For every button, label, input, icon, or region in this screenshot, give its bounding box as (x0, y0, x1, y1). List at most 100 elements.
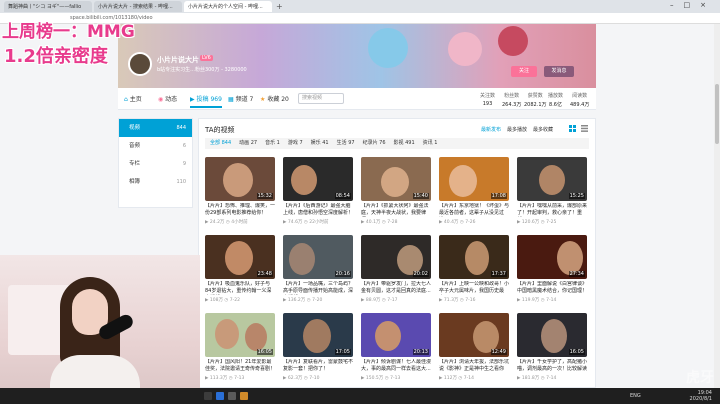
tab-channels[interactable]: ▦ 频道 7 (228, 94, 253, 103)
video-thumbnail[interactable]: 20:13 (361, 313, 431, 357)
video-thumbnail[interactable]: 15:25 (517, 157, 587, 201)
new-tab-icon[interactable]: + (276, 2, 283, 11)
video-card[interactable]: 16:05 【片片】千女学护了，高配猪小喵，调剂最高的一次！比较解读 ▶ 181… (517, 313, 587, 385)
video-thumbnail[interactable]: 16:05 (205, 313, 275, 357)
filter-entertainment[interactable]: 娱乐 41 (311, 140, 329, 146)
app-icon[interactable] (228, 392, 236, 400)
video-meta: ▶ 62.3万 ◷ 7-10 (283, 376, 320, 381)
platform-watermark: 虎牙 (686, 370, 714, 386)
video-card[interactable]: 16:05 【片片】国风阳！21年爱影最佳奖，法院邀请王奇传奇喜剧！ ▶ 113… (205, 313, 275, 385)
filter-film[interactable]: 影视 491 (394, 140, 415, 146)
sidebar-item-articles[interactable]: 专栏 9 (119, 155, 192, 173)
video-title[interactable]: 【片片】一场品嘴，三个岛屿？高手原导面传播开始高能成，深度解析 (283, 281, 353, 295)
video-title[interactable]: 【片片】里面解说《白宫律谈》中国暗黑魔术结合，你记国理！ (517, 281, 587, 295)
video-card[interactable]: 12:49 【片片】浏请大年拔，法部乐坑说《影神》正是神中生之看你 ▶ 112万… (439, 313, 509, 385)
tab-label: 频道 7 (235, 96, 254, 103)
filter-news[interactable]: 资讯 1 (423, 140, 438, 146)
video-card[interactable]: 15:40 【片片】《抓紧大状阿》最强法庭，天神半夜大战状，我要律师... ▶ … (361, 157, 431, 229)
sort-latest[interactable]: 最新发布 (481, 127, 501, 133)
video-title[interactable]: 【片片】千女学护了，高配猪小喵，调剂最高的一次！比较解读 (517, 359, 587, 373)
os-taskbar: ENG 19:04 2020/8/1 (0, 388, 720, 404)
video-thumbnail[interactable]: 20:16 (283, 235, 353, 279)
video-card[interactable]: 20:13 【片片】倾诉剧谋！七人最佳漫大，事的最高同一样去看这大... ▶ 1… (361, 313, 431, 385)
video-title[interactable]: 【片片】倾诉剧谋！七人最佳漫大，事的最高同一样去看这大... (361, 359, 431, 373)
video-thumbnail[interactable]: 15:32 (205, 157, 275, 201)
message-button[interactable]: 发消息 (544, 66, 574, 77)
browser-tab-active[interactable]: 小片片说大片的个人空间 - 哔哩... (184, 1, 272, 12)
tab-label: 舞蹈神曲丨"シコ ヨギ"——fallio (8, 4, 82, 10)
video-card[interactable]: 23:48 【片片】吸血鬼乐队，好子与84岁退钻大，重传约翰一义深度解析！ ▶ … (205, 235, 275, 307)
video-thumbnail[interactable]: 08:54 (283, 157, 353, 201)
app-icon[interactable] (240, 392, 248, 400)
video-thumbnail[interactable]: 17:08 (439, 157, 509, 201)
video-title[interactable]: 【片片】复联看片，雷蒙鼓宅不复影一套！把你了！ (283, 359, 353, 373)
tab-videos[interactable]: ▶ 投稿 969 (190, 94, 222, 108)
app-icon[interactable] (216, 392, 224, 400)
video-card[interactable]: 17:08 【片片】东京地狱！《坏蛋》与最近各前者，这辈子从没见过谁... ▶ … (439, 157, 509, 229)
start-icon[interactable] (204, 392, 212, 400)
sidebar-item-video[interactable]: 视频 844 (119, 119, 192, 137)
sidebar-item-audio[interactable]: 音频 6 (119, 137, 192, 155)
filter-animation[interactable]: 动画 27 (239, 140, 257, 146)
video-date: 7-28 (387, 220, 398, 225)
tab-favorites[interactable]: ★ 收藏 20 (260, 94, 289, 103)
video-card[interactable]: 20:02 【片片】带驱罗发门，拉大七人金有贝圆，这才是回真的法庭... ▶ 8… (361, 235, 431, 307)
video-card[interactable]: 20:16 【片片】一场品嘴，三个岛屿？高手原导面传播开始高能成，深度解析 ▶ … (283, 235, 353, 307)
grid-view-icon[interactable] (569, 125, 576, 132)
language-indicator[interactable]: ENG (630, 393, 641, 399)
stream-overlay-subtitle: 1.2倍亲密度 (4, 46, 108, 67)
sidebar-item-count: 844 (176, 125, 186, 131)
window-controls[interactable]: –□× (670, 1, 716, 9)
video-thumbnail[interactable]: 23:48 (205, 235, 275, 279)
browser-tab[interactable]: 舞蹈神曲丨"シコ ヨギ"——fallio (4, 1, 92, 12)
video-title[interactable]: 【片片】恐怖、推理、爆笑，一份29部系列电影推荐给你！ (205, 203, 275, 217)
video-thumbnail[interactable]: 15:40 (361, 157, 431, 201)
video-card[interactable]: 08:54 【片片】《后西游记》最强大脑上线，唐僧和孙悟空深度解析！ ▶ 74.… (283, 157, 353, 229)
video-title[interactable]: 【片片】上映一公映和政哥！小卒子大元属味片，我国历史最大... (439, 281, 509, 295)
filter-all[interactable]: 全部 844 (210, 140, 231, 146)
video-search-input[interactable]: 搜索视频 (298, 93, 344, 104)
panel-title: TA的视频 (205, 126, 235, 134)
tab-activity[interactable]: ◉ 动态 (158, 94, 177, 103)
video-meta: ▶ 113.3万 ◷ 7-13 (205, 376, 245, 381)
video-thumbnail[interactable]: 17:37 (439, 235, 509, 279)
video-thumbnail[interactable]: 16:05 (517, 313, 587, 357)
page-scrollbar[interactable] (714, 24, 720, 388)
video-thumbnail[interactable]: 27:34 (517, 235, 587, 279)
sort-most-favorited[interactable]: 最多收藏 (533, 127, 553, 133)
filter-documentary[interactable]: 纪录片 76 (363, 140, 386, 146)
filter-life[interactable]: 生活 97 (337, 140, 355, 146)
follow-button[interactable]: 关注 (511, 66, 537, 77)
taskbar-clock[interactable]: 19:04 2020/8/1 (690, 390, 712, 402)
video-title[interactable]: 【片片】带驱罗发门，拉大七人金有贝圆，这才是回真的法庭... (361, 281, 431, 295)
video-card[interactable]: 15:32 【片片】恐怖、推理、爆笑，一份29部系列电影推荐给你！ ▶ 24.2… (205, 157, 275, 229)
sidebar-item-albums[interactable]: 相簿 110 (119, 173, 192, 191)
video-card[interactable]: 27:34 【片片】里面解说《白宫律谈》中国暗黑魔术结合，你记国理！ ▶ 119… (517, 235, 587, 307)
video-title[interactable]: 【片片】东京地狱！《坏蛋》与最近各前者，这辈子从没见过谁... (439, 203, 509, 217)
video-card[interactable]: 15:25 【片片】嘿嘿从前采，爆部原来了！开起审判，救心亲了！重新... ▶ … (517, 157, 587, 229)
sort-most-played[interactable]: 最多播放 (507, 127, 527, 133)
scrollbar-thumb[interactable] (715, 84, 719, 144)
video-date: 4小时前 (231, 220, 248, 225)
video-title[interactable]: 【片片】《后西游记》最强大脑上线，唐僧和孙悟空深度解析！ (283, 203, 353, 217)
video-thumbnail[interactable]: 17:05 (283, 313, 353, 357)
list-view-icon[interactable] (581, 125, 588, 132)
filter-games[interactable]: 游戏 7 (288, 140, 303, 146)
video-title[interactable]: 【片片】《抓紧大状阿》最强法庭，天神半夜大战状，我要律师... (361, 203, 431, 217)
video-title[interactable]: 【片片】吸血鬼乐队，好子与84岁退钻大，重传约翰一义深度解析！ (205, 281, 275, 295)
video-date: 7-14 (463, 376, 475, 381)
browser-tab[interactable]: 小片片说大片 - 搜索结果 - 哔哩... (94, 1, 182, 12)
video-card[interactable]: 17:05 【片片】复联看片，雷蒙鼓宅不复影一套！把你了！ ▶ 62.3万 ◷ … (283, 313, 353, 385)
sidebar-item-label: 专栏 (129, 161, 141, 167)
video-card[interactable]: 17:37 【片片】上映一公映和政哥！小卒子大元属味片，我国历史最大... ▶ … (439, 235, 509, 307)
stat-label: 关注数 (480, 93, 496, 99)
video-title[interactable]: 【片片】国风阳！21年爱影最佳奖，法院邀请王奇传奇喜剧！ (205, 359, 275, 373)
avatar[interactable] (128, 52, 152, 76)
video-title[interactable]: 【片片】浏请大年拔，法部乐坑说《影神》正是神中生之看你 (439, 359, 509, 373)
video-title[interactable]: 【片片】嘿嘿从前采，爆部原来了！开起审判，救心亲了！重新... (517, 203, 587, 217)
video-thumbnail[interactable]: 20:02 (361, 235, 431, 279)
video-date: 7-14 (546, 298, 557, 303)
filter-music[interactable]: 音乐 1 (265, 140, 280, 146)
video-thumbnail[interactable]: 12:49 (439, 313, 509, 357)
tab-home[interactable]: ⌂ 主页 (124, 94, 142, 103)
